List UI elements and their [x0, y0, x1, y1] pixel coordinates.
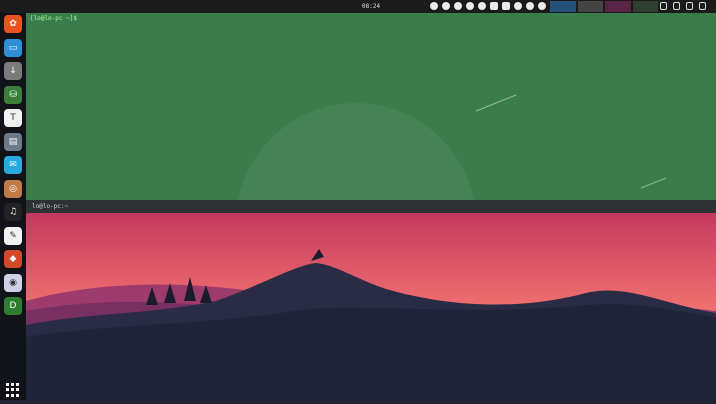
d-app-icon[interactable]: D [4, 297, 22, 315]
wallpaper [26, 213, 716, 400]
volume-icon [686, 2, 693, 10]
tool-icon[interactable]: ◎ [4, 179, 22, 198]
folder-icon[interactable]: ▤ [4, 132, 22, 151]
battery-icon [699, 2, 706, 10]
indicator-icon[interactable] [466, 2, 474, 10]
indicator-icon[interactable] [442, 2, 450, 10]
cpu-graph [550, 1, 576, 12]
terminal-tab[interactable]: lo@lo-pc:~ [32, 203, 68, 210]
app-icon[interactable]: ⛁ [4, 85, 22, 104]
indicator-tray [430, 2, 546, 10]
indicator-icon[interactable] [490, 2, 498, 10]
indicator-icon[interactable] [478, 2, 486, 10]
headphones-icon[interactable]: ♫ [4, 203, 22, 221]
typora-icon[interactable]: T [4, 109, 22, 127]
indicator-icon[interactable] [430, 2, 438, 10]
system-menu[interactable] [660, 2, 706, 10]
indicator-icon[interactable] [526, 2, 534, 10]
files-icon[interactable]: ▭ [4, 38, 22, 57]
system-monitor[interactable] [550, 1, 658, 12]
settings-icon[interactable]: ◉ [4, 273, 22, 292]
top-bar: 08:24 [0, 0, 716, 13]
indicator-icon[interactable] [454, 2, 462, 10]
download-icon[interactable]: ↓ [4, 62, 22, 80]
indicator-icon[interactable] [502, 2, 510, 10]
indicator-icon[interactable] [538, 2, 546, 10]
mem-graph [577, 1, 603, 12]
wifi-icon [660, 2, 667, 10]
bluetooth-icon [673, 2, 680, 10]
terminal-window[interactable]: [lo@lo-pc ~]$ [26, 13, 716, 200]
gitkraken-icon[interactable]: ◆ [4, 250, 22, 268]
ubuntu-software-icon[interactable]: ✿ [4, 15, 22, 33]
browser-icon[interactable]: ✎ [4, 226, 22, 245]
dock: ✿ ▭ ↓ ⛁ T ▤ ✉ ◎ ♫ ✎ ◆ ◉ D [0, 13, 26, 400]
show-applications-icon[interactable] [6, 383, 20, 397]
terminal-tab-bar: lo@lo-pc:~ [26, 200, 716, 213]
terminal-background [238, 94, 667, 200]
indicator-icon[interactable] [514, 2, 522, 10]
chat-icon[interactable]: ✉ [4, 156, 22, 174]
disk-graph [632, 1, 658, 12]
clock[interactable]: 08:24 [362, 3, 380, 10]
net-graph [605, 1, 631, 12]
